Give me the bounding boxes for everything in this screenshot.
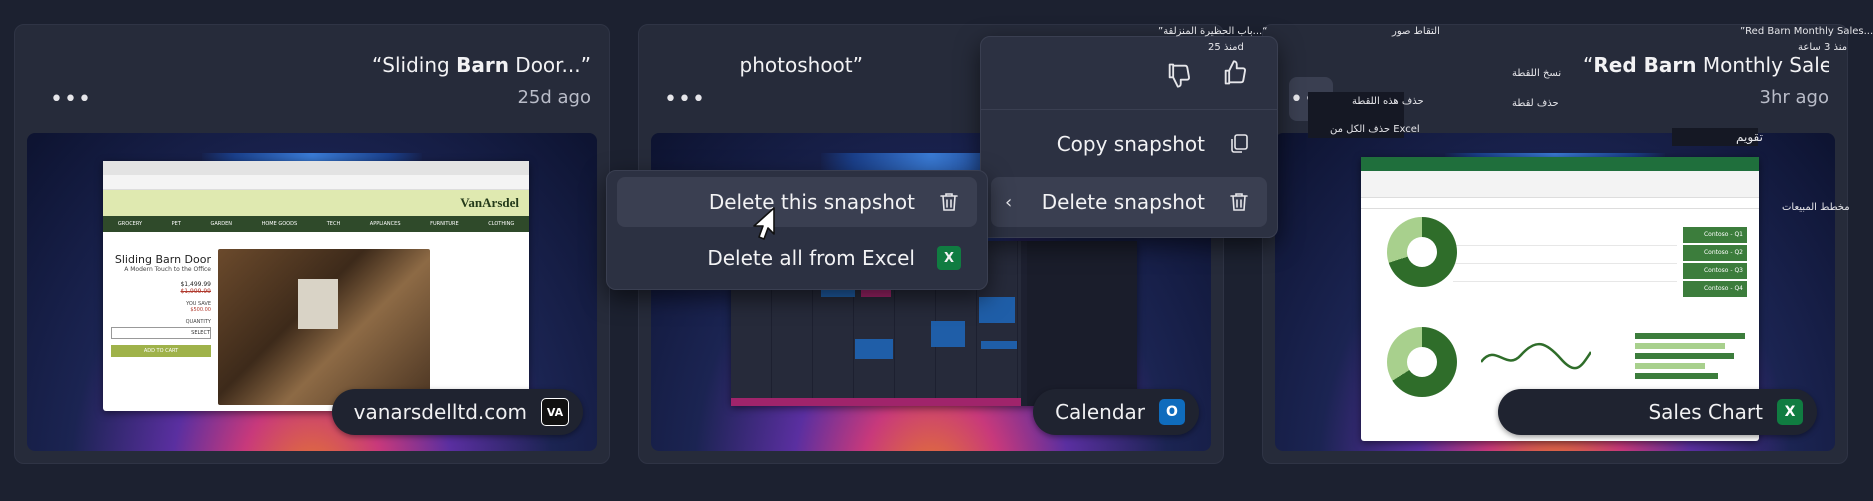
site-logo: VanArsdel xyxy=(460,195,519,210)
delete-this-snapshot-label: Delete this snapshot xyxy=(708,190,915,214)
calendar-sidebar xyxy=(1027,241,1137,406)
sheet-row: Contoso - Q1 xyxy=(1683,227,1747,243)
chevron-left-icon: ‹ xyxy=(1005,191,1013,213)
card-title: photoshoot” xyxy=(739,53,863,77)
overlay-quote: ”Red Barn Monthly Sales...“ xyxy=(1740,26,1873,37)
more-options-button[interactable]: ••• xyxy=(663,77,707,121)
window-in-photo xyxy=(298,279,338,329)
thumbs-down-icon[interactable] xyxy=(1165,61,1193,89)
delete-all-from-excel-menu-item[interactable]: Delete all from Excel X xyxy=(617,233,977,283)
card-title: “Red Barn Monthly Sales...” xyxy=(1583,53,1829,77)
more-options-button[interactable]: ••• xyxy=(49,77,93,121)
app-chip[interactable]: vanarsdelltd.com VA xyxy=(331,389,583,435)
browser-titlebar xyxy=(103,161,529,175)
overlay-copy-snapshot: نسخ اللقطة xyxy=(1512,68,1562,79)
excel-titlebar xyxy=(1361,157,1759,171)
calendar-event xyxy=(931,321,965,347)
add-to-cart-button[interactable]: ADD TO CART xyxy=(111,345,211,357)
app-chip-label: vanarsdelltd.com xyxy=(353,400,527,424)
snapshot-thumbnail[interactable]: VanArsdel CLOTHING FURNITURE APPLIANCES … xyxy=(27,133,597,451)
product-image xyxy=(218,249,430,405)
overlay-sales-chart: مخطط المبيعات xyxy=(1782,202,1850,213)
bar-chart xyxy=(1635,333,1745,393)
browser-addressbar xyxy=(103,175,529,190)
card-time: 3hr ago xyxy=(1759,87,1829,108)
line-chart xyxy=(1480,337,1593,377)
snapshot-thumbnail[interactable]: Contoso - Q1 Contoso - Q2 Contoso - Q3 C… xyxy=(1275,133,1835,451)
thumbs-up-icon[interactable] xyxy=(1221,59,1249,87)
sheet-row-labels: Contoso - Q1 Contoso - Q2 Contoso - Q3 C… xyxy=(1683,227,1747,297)
nav-item[interactable]: CLOTHING xyxy=(488,221,514,227)
delete-snapshot-label: Delete snapshot xyxy=(1041,190,1205,214)
nav-item[interactable]: TECH xyxy=(327,221,340,227)
product-price: $1,499.99 xyxy=(180,281,211,288)
app-chip-label: Sales Chart xyxy=(1648,400,1763,424)
overlay-delete-snapshot: حذف لقطة xyxy=(1512,98,1559,109)
donut-chart xyxy=(1387,217,1457,287)
product-subtitle: A Modern Touch to the Office xyxy=(124,266,211,273)
outlook-app-icon: O xyxy=(1159,399,1185,425)
excel-formula-bar xyxy=(1361,198,1759,209)
overlay-time: منذ 25d xyxy=(1208,42,1244,53)
browser-window: VanArsdel CLOTHING FURNITURE APPLIANCES … xyxy=(103,161,529,411)
nav-item[interactable]: APPLIANCES xyxy=(370,221,401,227)
snapshot-context-menu: Copy snapshot ‹ Delete snapshot xyxy=(980,36,1278,238)
donut-chart xyxy=(1387,327,1457,397)
vanarsdel-app-icon: VA xyxy=(541,398,569,426)
you-save-value: $500.00 xyxy=(190,307,211,313)
excel-app-icon: X xyxy=(1777,399,1803,425)
site-header: VanArsdel xyxy=(103,190,529,216)
overlay-delete-all: حذف الكل من Excel xyxy=(1330,124,1420,135)
trash-icon xyxy=(1227,190,1251,214)
app-chip-label: Calendar xyxy=(1055,400,1145,424)
card-time: 25d ago xyxy=(517,87,591,108)
app-chip[interactable]: Sales Chart X xyxy=(1498,389,1817,435)
calendar-event xyxy=(981,341,1017,349)
mouse-pointer-icon xyxy=(748,206,778,242)
overlay-quote: ”باب الحظيرة المنزلقة...“ xyxy=(1158,26,1268,37)
nav-item[interactable]: PET xyxy=(172,221,181,227)
nav-item[interactable]: HOME GOODS xyxy=(262,221,298,227)
excel-ribbon xyxy=(1361,171,1759,198)
calendar-event xyxy=(979,297,1015,323)
copy-snapshot-menu-item[interactable]: Copy snapshot xyxy=(991,119,1267,169)
quantity-label: QUANTITY xyxy=(185,319,211,325)
overlay-calendar: تقويم xyxy=(1736,130,1763,144)
delete-snapshot-menu-item[interactable]: ‹ Delete snapshot xyxy=(991,177,1267,227)
delete-submenu: Delete this snapshot Delete all from Exc… xyxy=(606,170,988,290)
excel-icon: X xyxy=(937,246,961,270)
product-info: Sliding Barn Door A Modern Touch to the … xyxy=(111,253,211,357)
sheet-row: Contoso - Q3 xyxy=(1683,263,1747,279)
quantity-select[interactable]: SELECT xyxy=(111,327,211,339)
sheet-row: Contoso - Q2 xyxy=(1683,245,1747,261)
snapshot-card-barn-door[interactable]: “Sliding Barn Door...” 25d ago ••• VanAr… xyxy=(14,24,610,464)
overlay-delete-this: حذف هذه اللقطة xyxy=(1352,96,1424,107)
calendar-event xyxy=(855,339,893,359)
product-old-price: $1,999.99 xyxy=(180,288,211,295)
calendar-bottom-bar xyxy=(731,398,1021,406)
site-nav: CLOTHING FURNITURE APPLIANCES TECH HOME … xyxy=(103,216,529,232)
trash-icon xyxy=(937,190,961,214)
overlay-capture: التقاط صور xyxy=(1392,26,1440,37)
nav-item[interactable]: GARDEN xyxy=(210,221,232,227)
overlay-time: منذ 3 ساعة xyxy=(1798,42,1848,53)
nav-item[interactable]: GROCERY xyxy=(118,221,142,227)
app-chip[interactable]: Calendar O xyxy=(1033,389,1199,435)
delete-this-snapshot-menu-item[interactable]: Delete this snapshot xyxy=(617,177,977,227)
nav-item[interactable]: FURNITURE xyxy=(430,221,459,227)
copy-icon xyxy=(1227,132,1251,156)
snapshot-card-sales[interactable]: “Red Barn Monthly Sales...” 3hr ago ••• … xyxy=(1262,24,1848,464)
sheet-row: Contoso - Q4 xyxy=(1683,281,1747,297)
product-title: Sliding Barn Door xyxy=(114,253,211,266)
sheet-values xyxy=(1453,229,1677,299)
card-title: “Sliding Barn Door...” xyxy=(371,53,591,77)
copy-snapshot-label: Copy snapshot xyxy=(1056,132,1205,156)
delete-all-from-excel-label: Delete all from Excel xyxy=(707,246,915,270)
